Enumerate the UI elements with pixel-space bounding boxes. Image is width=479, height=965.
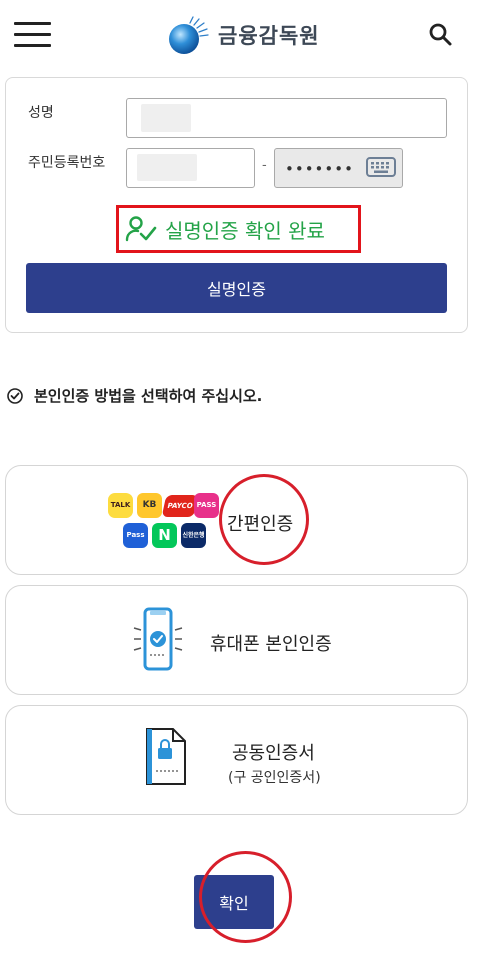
mobile-auth-option[interactable]: 휴대폰 본인인증 [5, 585, 468, 695]
user-check-icon [125, 216, 157, 242]
rrn-back-field[interactable]: ••••••• [274, 148, 403, 188]
masked-name-value [141, 104, 191, 132]
kakao-talk-icon: TALK [108, 493, 133, 518]
logo-title: 금융감독원 [218, 24, 320, 48]
simple-auth-apps-icon: TALK KB PAYCO PASS Pass N 신한은행 [108, 491, 224, 551]
verification-complete-text: 실명인증 확인 완료 [165, 218, 325, 243]
search-icon[interactable] [428, 22, 454, 48]
rrn-separator: - [262, 158, 267, 173]
highlight-circle-confirm [199, 851, 292, 943]
identity-form-card: 성명 주민등록번호 - ••••••• 실명인증 확인 완료 실명인증 [5, 77, 468, 333]
app-header: 금융감독원 [0, 0, 479, 70]
keyboard-icon[interactable] [366, 157, 396, 177]
shinhan-bank-icon: 신한은행 [181, 523, 206, 548]
pass-blue-icon: Pass [123, 523, 148, 548]
instruction-row: 본인인증 방법을 선택하여 주십시오. [6, 385, 262, 406]
verify-name-button[interactable]: 실명인증 [26, 263, 447, 313]
certificate-auth-sublabel: (구 공인인증서) [228, 770, 321, 786]
name-field[interactable] [126, 98, 447, 138]
instruction-text: 본인인증 방법을 선택하여 주십시오. [34, 387, 263, 405]
naver-icon: N [152, 523, 177, 548]
mobile-auth-label: 휴대폰 본인인증 [210, 634, 332, 655]
certificate-auth-label: 공동인증서 [232, 743, 315, 764]
payco-icon: PAYCO [161, 495, 199, 517]
masked-rrn-front-value [137, 154, 197, 181]
highlight-circle-simple-auth [219, 474, 309, 565]
verification-complete-status: 실명인증 확인 완료 [116, 205, 361, 253]
certificate-lock-icon [146, 728, 186, 785]
pass-pink-icon: PASS [194, 493, 219, 518]
rrn-front-field[interactable] [126, 148, 255, 188]
certificate-auth-option[interactable]: 공동인증서 (구 공인인증서) [5, 705, 468, 815]
fss-logo[interactable]: 금융감독원 [166, 14, 320, 56]
fss-globe-icon [169, 16, 209, 54]
rrn-back-value: ••••••• [285, 160, 354, 178]
kb-icon: KB [137, 493, 162, 518]
check-circle-icon [7, 387, 23, 404]
rrn-label: 주민등록번호 [28, 155, 106, 171]
mobile-phone-check-icon [133, 607, 183, 671]
hamburger-menu-icon[interactable] [14, 22, 52, 48]
name-label: 성명 [28, 105, 54, 121]
